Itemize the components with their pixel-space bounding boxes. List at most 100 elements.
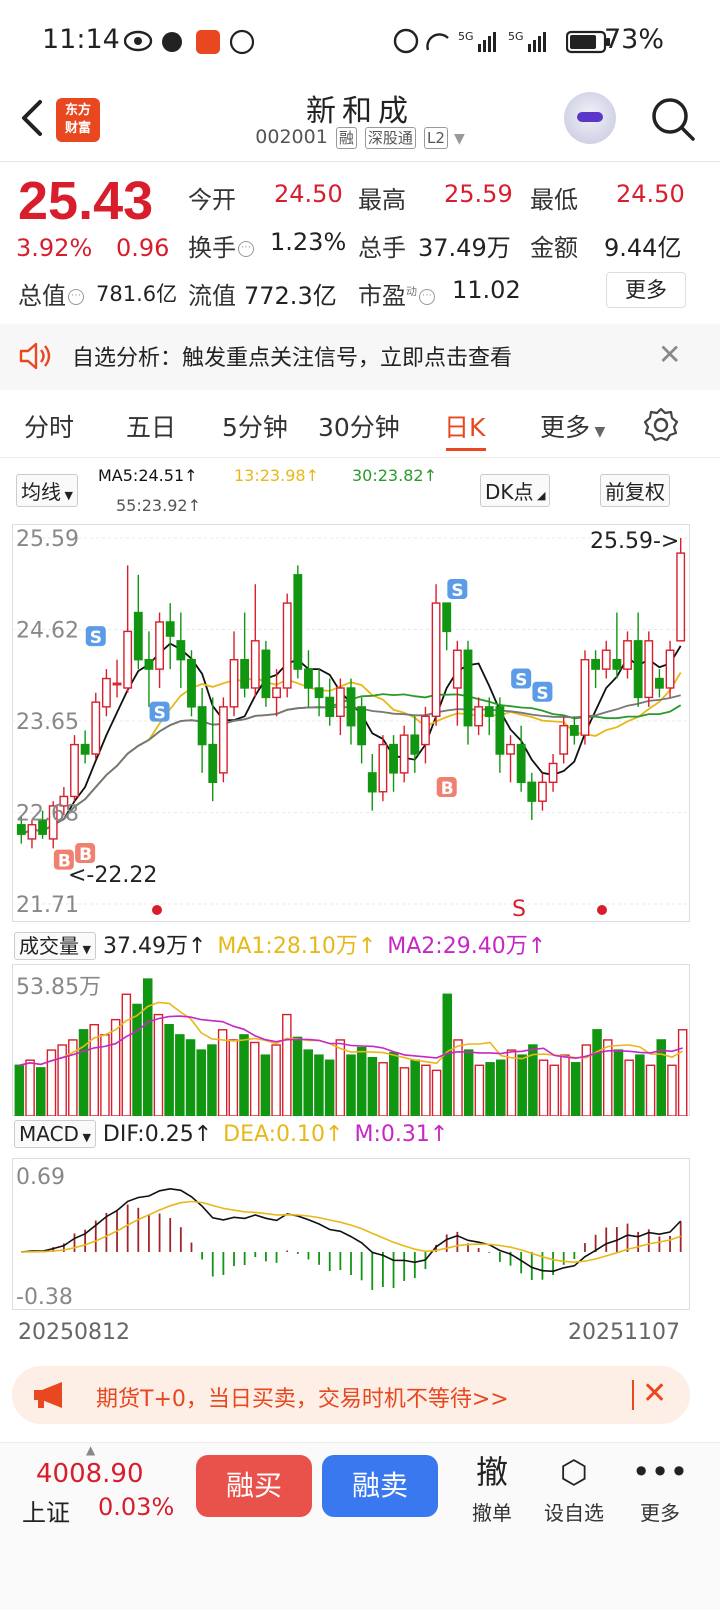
macd-dea: DEA:0.10↑ (223, 1122, 344, 1147)
macd-dif: DIF:0.25↑ (102, 1122, 213, 1147)
more-dots-icon: ••• (631, 1453, 689, 1491)
volume-bar (431, 1069, 442, 1116)
price-y-label: 22.68 (16, 802, 79, 827)
macd-m: M:0.31↑ (354, 1122, 449, 1147)
candle-body (463, 649, 473, 727)
info-icon[interactable]: ⋯ (238, 241, 254, 257)
tag-l2: L2 (423, 127, 448, 149)
volume-bar (196, 1049, 206, 1116)
index-value[interactable]: 4008.90 (36, 1459, 144, 1489)
info-icon[interactable]: ⋯ (419, 289, 435, 305)
price-y-label: 24.62 (16, 619, 79, 644)
stat-value-low: 24.50 (616, 180, 685, 208)
volume-bar (314, 1054, 324, 1116)
megaphone-icon (34, 1382, 62, 1408)
volume-legend: 成交量 ▼ 37.49万↑ MA1:28.10万↑ MA2:29.40万↑ (14, 928, 704, 962)
candle-body (612, 658, 622, 670)
candle-body (654, 677, 664, 689)
candle-body (91, 701, 101, 755)
candle-body (165, 621, 175, 637)
status-bar: 11:14 5G 5G 73% (0, 0, 720, 82)
stat-label-mktcap: 总值 ⋯ (18, 276, 86, 311)
candle-body (304, 668, 313, 689)
volume-bar (132, 1003, 142, 1116)
volume-selector[interactable]: 成交量 ▼ (14, 932, 96, 960)
stock-code: 002001 (255, 126, 328, 148)
candle-body (208, 743, 218, 784)
volume-chart[interactable]: 53.85万 (12, 964, 690, 1116)
stat-value-float: 772.3亿 (244, 282, 337, 310)
tab-intraday[interactable]: 分时 (24, 408, 74, 444)
active-tab-indicator (446, 448, 486, 451)
candle-body (378, 743, 388, 793)
volume-value: 37.49万↑ (102, 934, 207, 959)
macd-legend: MACD ▼ DIF:0.25↑ DEA:0.10↑ M:0.31↑ (14, 1120, 704, 1156)
close-icon[interactable]: ✕ (658, 338, 681, 371)
volume-ma2: MA2:29.40万↑ (387, 934, 547, 959)
cancel-order-button[interactable]: 撤 撤单 (452, 1451, 532, 1526)
volume-bar (645, 1064, 656, 1116)
date-axis-start: 20250812 (18, 1320, 130, 1345)
stat-label-open: 今开 (188, 186, 236, 214)
search-icon[interactable] (650, 96, 696, 142)
high-price-marker: 25.59-> (590, 529, 679, 554)
volume-bar (410, 1059, 420, 1116)
sell-signal-badge-letter: S (154, 704, 166, 724)
candlestick-chart[interactable]: 25.59 24.62 23.65 22.68 21.71 25.59-> <-22.22… (12, 524, 690, 922)
macd-chart[interactable]: 0.69 -0.38 (12, 1158, 690, 1310)
assistant-robot-icon[interactable] (564, 92, 616, 144)
stat-label-pe: 市盈动 ⋯ (358, 276, 437, 311)
volume-bar (228, 1039, 239, 1116)
macd-selector[interactable]: MACD ▼ (14, 1120, 96, 1148)
volume-bar (153, 1013, 164, 1116)
status-notification-icons (124, 29, 254, 55)
bottom-toolbar: ▲ 4008.90 上证 0.03% 融买 融卖 撤 撤单 ⬡ 设自选 ••• … (0, 1442, 720, 1610)
price-y-label: 21.71 (16, 893, 79, 918)
candle-body (187, 658, 196, 708)
add-watchlist-button[interactable]: ⬡ 设自选 (534, 1451, 614, 1526)
buy-signal-badge-letter: B (58, 852, 71, 872)
tab-daily-k[interactable]: 日K (444, 408, 485, 444)
ad-text: 期货T+0，当日买卖，交易时机不等待>> (96, 1387, 509, 1412)
ma-selector[interactable]: 均线 ▼ (16, 474, 78, 507)
candle-body (325, 696, 335, 717)
last-price: 25.43 (18, 171, 154, 231)
candle-body (27, 824, 37, 840)
info-icon[interactable]: ⋯ (68, 289, 84, 305)
signal-s-label: S (512, 897, 526, 922)
more-stats-button[interactable]: 更多 (606, 272, 686, 308)
sell-signal-badge-letter: S (451, 581, 463, 601)
candle-body (101, 677, 111, 708)
tab-30min[interactable]: 30分钟 (318, 408, 400, 444)
more-menu-button[interactable]: ••• 更多 (620, 1451, 700, 1526)
candle-body (357, 706, 367, 746)
margin-sell-button[interactable]: 融卖 (322, 1455, 438, 1517)
caret-up-icon: ▲ (86, 1443, 96, 1457)
volume-bar (185, 1039, 196, 1116)
signal-notice-bar[interactable]: 自选分析：触发重点关注信号，立即点击查看 ✕ (0, 324, 720, 390)
hexagon-icon: ⬡ (560, 1453, 588, 1491)
tab-5min[interactable]: 5分钟 (222, 408, 288, 444)
candle-body (580, 658, 590, 736)
stat-value-high: 25.59 (444, 180, 513, 208)
price-adjust-selector[interactable]: 前复权 (600, 474, 670, 507)
ma-legend: 均线 ▼ MA5:24.51↑ 13:23.98↑ 30:23.82↑ 55:2… (0, 462, 720, 522)
price-y-label: 25.59 (16, 527, 79, 552)
candle-body (591, 658, 601, 670)
volume-bar (560, 1054, 570, 1116)
speaker-icon (19, 342, 51, 370)
settings-gear-icon[interactable] (642, 406, 680, 444)
candle-body (155, 621, 164, 670)
candle-body (633, 640, 643, 699)
ma13-label: 13:23.98↑ (234, 466, 319, 485)
dk-point-toggle[interactable]: DK点 ◢ (480, 474, 551, 507)
close-icon[interactable]: ✕ (642, 1376, 667, 1411)
tab-five-day[interactable]: 五日 (126, 408, 176, 444)
stat-value-turnover: 1.23% (270, 228, 347, 256)
futures-ad-banner[interactable]: 期货T+0，当日买卖，交易时机不等待>> ✕ (12, 1366, 690, 1424)
volume-bar (496, 1059, 506, 1116)
candle-body (70, 743, 79, 798)
stock-header: 东方 财富 新和成 002001 融 深股通 L2 ▼ (0, 82, 720, 162)
tab-more[interactable]: 更多 ▼ (540, 408, 605, 444)
margin-buy-button[interactable]: 融买 (196, 1455, 312, 1517)
